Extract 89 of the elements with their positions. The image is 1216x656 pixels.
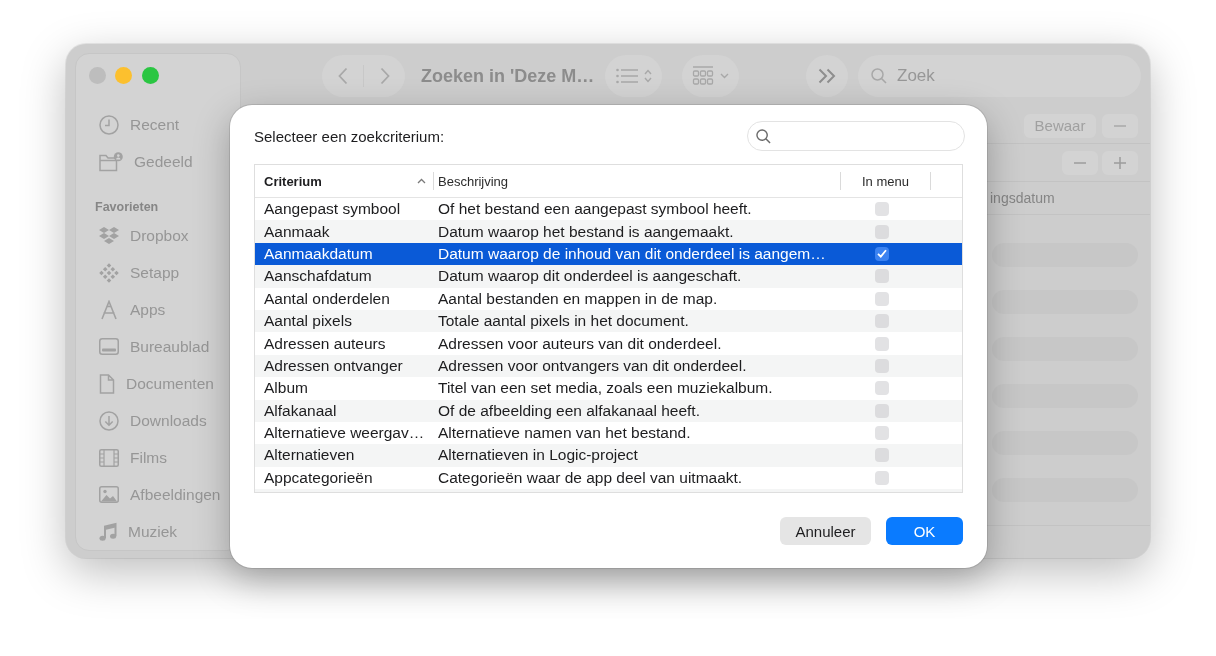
updown-chevron-icon <box>643 69 652 83</box>
caret-icon <box>720 73 729 79</box>
table-cell-text: Aantal pixels <box>263 312 353 331</box>
checkbox[interactable] <box>874 202 889 217</box>
section-heading: Favorieten <box>95 199 159 217</box>
table-cell-text: Aantal bestanden en mappen in de map. <box>437 289 719 308</box>
checkbox[interactable] <box>874 246 889 261</box>
cancel-button[interactable]: Annuleer <box>780 517 871 545</box>
double-chevron-icon <box>818 68 836 84</box>
image-icon <box>99 486 119 504</box>
column-header[interactable]: Criterium <box>255 165 433 197</box>
table-cell-text: Aangepast symbool <box>263 200 402 219</box>
more-button[interactable] <box>806 55 848 97</box>
table-cell-text: Aanmaakdatum <box>263 244 374 263</box>
document-icon <box>99 373 115 394</box>
checkbox[interactable] <box>874 291 889 306</box>
table-row[interactable]: Alternatieve weergav… Alternatieve namen van het bestand. <box>255 421 962 445</box>
table-cell-text: Alfakanaal <box>263 401 338 420</box>
table-cell-text: Aantal onderdelen <box>263 289 391 308</box>
table-row[interactable]: Album Titel van een set media, zoals een muziekalbum. <box>255 377 962 400</box>
table-cell-text: Adressen auteurs <box>263 334 387 353</box>
remove-button[interactable] <box>1102 113 1138 138</box>
table-cell-text: Datum waarop de inhoud van dit onderdeel is aangem… <box>437 244 827 263</box>
zoom-button[interactable] <box>141 66 159 84</box>
window-title: Zoeken in 'Deze M… <box>421 65 595 86</box>
table-cell-text: Aanschafdatum <box>263 267 373 286</box>
table-cell-text: Adressen voor auteurs van dit onderdeel. <box>437 334 723 353</box>
music-note-icon <box>99 521 117 542</box>
drafting-tools-icon <box>99 299 119 320</box>
table-cell-text: Datum waarop dit onderdeel is aangeschaft. <box>437 267 743 286</box>
column-header[interactable]: In menu <box>841 165 930 197</box>
list-view-button[interactable] <box>605 55 662 97</box>
search-field[interactable] <box>747 121 965 151</box>
table-cell-text: Aanmaak <box>263 222 331 241</box>
table-cell-text: Of de afbeelding een alfakanaal heeft. <box>437 401 701 420</box>
checkbox[interactable] <box>874 336 889 351</box>
checkbox[interactable] <box>874 448 889 463</box>
film-icon <box>99 448 119 467</box>
plus-icon <box>1114 156 1126 169</box>
checkbox[interactable] <box>874 426 889 441</box>
minus-icon <box>1114 124 1126 127</box>
checkbox[interactable] <box>874 403 889 418</box>
grid-icon <box>692 66 714 86</box>
diamonds-icon <box>99 227 119 245</box>
add-button[interactable] <box>1102 150 1138 175</box>
sort-caret-icon <box>417 178 426 184</box>
table-cell-text: Totale aantal pixels in het document. <box>437 312 690 331</box>
minus-icon <box>1074 161 1086 164</box>
table-cell-text: Appcategorieën <box>263 468 374 487</box>
search-icon <box>756 129 771 144</box>
table-cell-text: Alternatieven in Logic-project <box>437 446 639 465</box>
table-cell-text: Adressen voor ontvangers van dit onderdeel. <box>437 356 748 375</box>
minimize-button[interactable] <box>115 66 132 84</box>
remove-button[interactable] <box>1062 150 1098 175</box>
table-cell-text: Adressen ontvanger <box>263 356 404 375</box>
table-cell-text: Datum waarop het bestand is aangemaakt. <box>437 222 735 241</box>
checkbox[interactable] <box>874 269 889 284</box>
grid-view-button[interactable] <box>682 55 739 97</box>
table-row[interactable]: Appcategorieën Categorieën waar de app deel van uitmaakt. <box>255 466 962 490</box>
table-cell-text: Categorieën waar de app deel van uitmaakt. <box>437 468 744 487</box>
table-cell-text: Alternatieve weergav… <box>263 424 426 443</box>
checkbox[interactable] <box>874 314 889 329</box>
shared-folder-icon <box>99 151 123 172</box>
chevron-right-icon <box>379 67 390 85</box>
clock-icon <box>99 114 119 135</box>
table-row[interactable]: Aantal onderdelen Aantal bestanden en mappen in de map. <box>255 287 962 310</box>
list-icon <box>615 68 638 84</box>
checkbox[interactable] <box>874 358 889 373</box>
table-cell-text: Of het bestand een aangepast symbool heeft. <box>437 200 753 219</box>
search-icon <box>871 68 887 84</box>
checkbox[interactable] <box>874 381 889 396</box>
prompt-text: Selecteer een zoekcriterium: <box>254 127 445 145</box>
column-header[interactable]: Beschrijving <box>434 165 840 197</box>
ok-button[interactable]: OK <box>886 517 963 545</box>
table-cell-text: Titel van een set media, zoals een muziekalbum. <box>437 379 774 398</box>
dotted-diamond-icon <box>99 262 119 283</box>
table-cell-text: Album <box>263 379 309 398</box>
download-icon <box>99 410 119 431</box>
table-row[interactable]: Aangepast symbool Of het bestand een aangepast symbool heeft. <box>255 198 962 221</box>
checkbox[interactable] <box>874 224 889 239</box>
table-row[interactable]: Aanmaakdatum Datum waarop de inhoud van dit onderdeel is aangem… <box>255 242 962 266</box>
table-row[interactable]: Adressen auteurs Adressen voor auteurs van dit onderdeel. <box>255 332 962 355</box>
checkmark-icon <box>876 249 887 259</box>
search-field[interactable]: Zoek <box>858 55 1141 97</box>
chevron-left-icon <box>337 67 348 85</box>
table-cell-text: Alternatieve namen van het bestand. <box>437 424 692 443</box>
checkbox[interactable] <box>874 470 889 485</box>
table-cell-text: Alternatieven <box>263 446 356 465</box>
desktop-icon <box>99 338 119 356</box>
